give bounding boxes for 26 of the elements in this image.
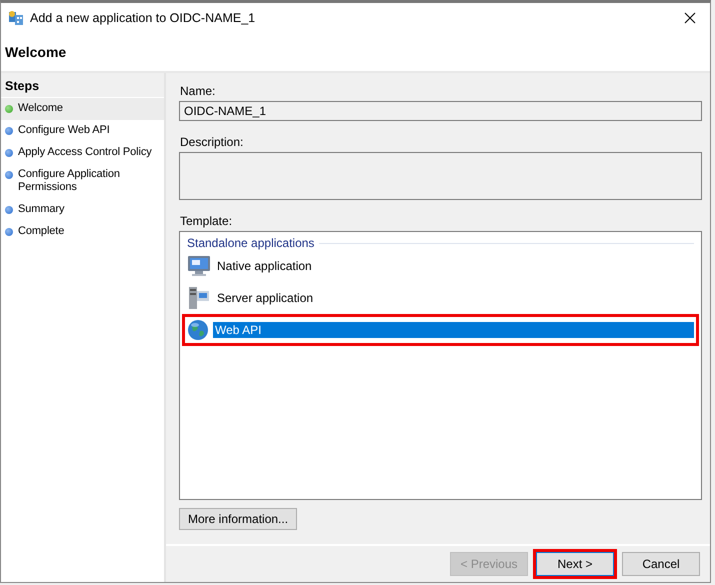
template-label: Template:	[180, 214, 234, 228]
close-icon	[684, 12, 696, 24]
steps-heading: Steps	[1, 73, 164, 98]
step-item: Summary	[1, 199, 164, 221]
monitor-icon	[187, 255, 211, 277]
template-item[interactable]: Web API	[182, 314, 699, 346]
description-field[interactable]	[179, 152, 702, 200]
page-heading: Welcome	[5, 44, 66, 60]
name-field[interactable]: OIDC-NAME_1	[179, 101, 702, 121]
app-icon	[8, 10, 24, 26]
template-item[interactable]: Server application	[182, 282, 699, 314]
step-item: Configure Web API	[1, 120, 164, 142]
template-item[interactable]: Native application	[182, 250, 699, 282]
server-icon	[187, 286, 211, 310]
step-item: Welcome	[1, 98, 164, 120]
dialog-button[interactable]: Next >	[536, 552, 614, 576]
description-label: Description:	[180, 135, 244, 149]
step-item: Complete	[1, 221, 164, 243]
dialog-button[interactable]: Cancel	[622, 552, 700, 576]
step-item: Configure Application Permissions	[1, 164, 164, 199]
window-title: Add a new application to OIDC-NAME_1	[30, 11, 256, 25]
step-item: Apply Access Control Policy	[1, 142, 164, 164]
more-information-button[interactable]: More information...	[179, 508, 298, 530]
globe-icon	[187, 319, 209, 341]
group-heading: Standalone applications	[187, 236, 314, 250]
name-label: Name:	[180, 84, 216, 98]
